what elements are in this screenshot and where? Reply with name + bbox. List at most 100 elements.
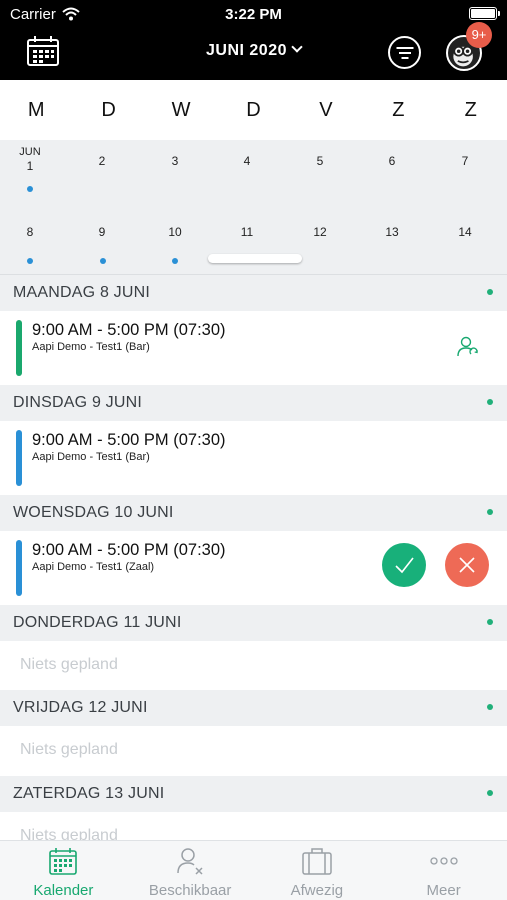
shift-location: Aapi Demo - Test1 (Zaal)	[32, 561, 155, 573]
day-cell[interactable]: JUN 1	[0, 146, 66, 173]
day-cell[interactable]: 4	[211, 154, 283, 168]
day-section-header: ZATERDAG 13 JUNI	[0, 776, 507, 812]
day-cell[interactable]: 11	[211, 225, 283, 239]
tab-label: Kalender	[33, 882, 94, 899]
day-cell[interactable]: 6	[356, 154, 428, 168]
shift-time: 9:00 AM - 5:00 PM (07:30)	[32, 541, 226, 559]
shift-location: Aapi Demo - Test1 (Bar)	[32, 451, 150, 463]
agenda-list: MAANDAG 8 JUNI 9:00 AM - 5:00 PM (07:30)…	[0, 275, 507, 840]
month-abbrev: JUN	[19, 146, 41, 158]
day-number: 9	[98, 225, 106, 239]
status-dot	[487, 509, 493, 515]
shift-location: Aapi Demo - Test1 (Bar)	[32, 341, 150, 353]
day-section-title: MAANDAG 8 JUNI	[13, 284, 151, 301]
tab-label: Afwezig	[290, 882, 344, 899]
top-bar: Carrier 3:22 PM JUNI 2020 9+	[0, 0, 507, 80]
day-section-title: DINSDAG 9 JUNI	[13, 394, 143, 411]
clock: 3:22 PM	[225, 6, 282, 23]
day-section-title: DONDERDAG 11 JUNI	[13, 614, 182, 631]
day-number: 13	[385, 225, 399, 239]
weekday-label: W	[171, 99, 191, 121]
day-cell[interactable]: 13	[356, 225, 428, 239]
day-cell[interactable]: 14	[429, 225, 501, 239]
weekday-label: M	[27, 99, 45, 121]
day-number: 5	[316, 154, 324, 168]
empty-day: Niets gepland	[0, 812, 507, 840]
shift-item[interactable]: 9:00 AM - 5:00 PM (07:30) Aapi Demo - Te…	[0, 531, 507, 605]
status-dot	[487, 619, 493, 625]
day-section-header: DONDERDAG 11 JUNI	[0, 605, 507, 641]
app: Carrier 3:22 PM JUNI 2020 9+ M D W D V Z…	[0, 0, 507, 900]
status-dot	[487, 790, 493, 796]
day-number: 11	[240, 225, 254, 239]
shift-time: 9:00 AM - 5:00 PM (07:30)	[32, 431, 226, 449]
weekday-label: D	[101, 99, 116, 121]
day-section-header: MAANDAG 8 JUNI	[0, 275, 507, 311]
shift-color-bar	[16, 320, 22, 376]
month-title: JUNI 2020	[206, 42, 287, 59]
weekday-label: Z	[464, 99, 477, 121]
more-dots-icon	[429, 857, 458, 865]
tab-beschikbaar[interactable]: Beschikbaar	[127, 841, 254, 900]
filter-icon	[396, 47, 413, 49]
event-dot	[172, 258, 178, 264]
day-number: 2	[98, 154, 106, 168]
empty-day: Niets gepland	[0, 726, 507, 776]
day-section-title: WOENSDAG 10 JUNI	[13, 504, 174, 521]
day-cell[interactable]: 10	[139, 225, 211, 239]
event-dot	[27, 258, 33, 264]
status-bar: Carrier 3:22 PM	[0, 0, 507, 28]
tab-kalender[interactable]: Kalender	[0, 841, 127, 900]
day-cell[interactable]: 3	[139, 154, 211, 168]
day-section-header: VRIJDAG 12 JUNI	[0, 690, 507, 726]
status-dot	[487, 399, 493, 405]
shift-item[interactable]: 9:00 AM - 5:00 PM (07:30) Aapi Demo - Te…	[0, 421, 507, 495]
day-cell[interactable]: 8	[0, 225, 66, 239]
empty-day-text: Niets gepland	[20, 656, 118, 673]
day-number: 1	[26, 159, 34, 173]
event-dot	[27, 186, 33, 192]
calendar-drag-handle[interactable]	[208, 254, 302, 263]
event-dot	[100, 258, 106, 264]
day-number: 10	[168, 225, 182, 239]
tab-meer[interactable]: Meer	[380, 841, 507, 900]
accept-button[interactable]	[382, 543, 426, 587]
user-unavailable-icon	[177, 848, 203, 875]
tab-label: Beschikbaar	[148, 882, 232, 899]
status-dot	[487, 289, 493, 295]
calendar-icon	[49, 848, 78, 875]
shift-color-bar	[16, 540, 22, 596]
empty-day-text: Niets gepland	[20, 741, 118, 758]
day-number: 3	[171, 154, 179, 168]
day-number: 6	[388, 154, 396, 168]
tab-bar: Kalender Beschikbaar Afwezig Meer	[0, 840, 507, 900]
day-number: 7	[461, 154, 469, 168]
day-section-header: WOENSDAG 10 JUNI	[0, 495, 507, 531]
reject-button[interactable]	[445, 543, 489, 587]
shift-color-bar	[16, 430, 22, 486]
day-cell[interactable]: 9	[66, 225, 138, 239]
tab-label: Meer	[426, 882, 461, 899]
day-number: 8	[26, 225, 34, 239]
day-number: 14	[458, 225, 472, 239]
shift-item[interactable]: 9:00 AM - 5:00 PM (07:30) Aapi Demo - Te…	[0, 311, 507, 385]
checkmark-icon	[395, 557, 414, 574]
day-cell[interactable]: 2	[66, 154, 138, 168]
day-number: 4	[243, 154, 251, 168]
month-selector[interactable]: JUNI 2020	[0, 41, 507, 60]
status-dot	[487, 704, 493, 710]
day-cell[interactable]: 7	[429, 154, 501, 168]
day-section-title: VRIJDAG 12 JUNI	[13, 699, 148, 716]
day-cell[interactable]: 5	[284, 154, 356, 168]
weekday-label: Z	[392, 99, 405, 121]
empty-day: Niets gepland	[0, 641, 507, 691]
close-icon	[459, 557, 475, 573]
weekday-label: V	[319, 99, 333, 121]
day-number: 12	[313, 225, 327, 239]
empty-day-text: Niets gepland	[20, 827, 118, 840]
tab-afwezig[interactable]: Afwezig	[254, 841, 381, 900]
filter-button[interactable]	[388, 36, 421, 69]
day-section-title: ZATERDAG 13 JUNI	[13, 785, 165, 802]
day-cell[interactable]: 12	[284, 225, 356, 239]
user-swap-icon[interactable]	[456, 335, 480, 359]
